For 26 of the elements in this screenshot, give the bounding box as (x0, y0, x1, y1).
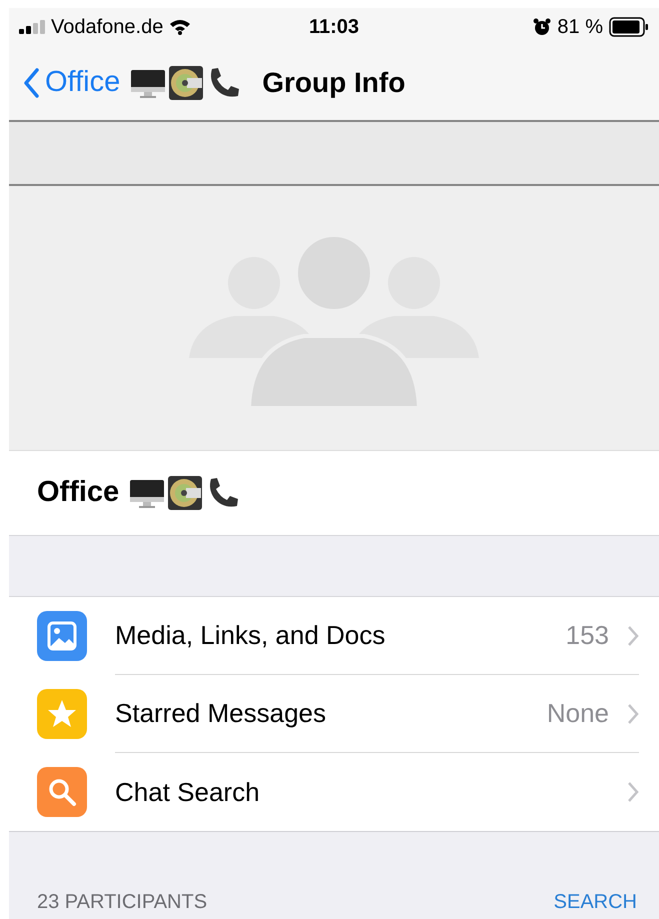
group-name: Office (37, 475, 120, 510)
chevron-icon (627, 702, 639, 724)
menu-row[interactable]: Starred Messages None (9, 675, 659, 753)
menu-row[interactable]: Media, Links, and Docs 153 (9, 597, 659, 675)
clock-time: 11:03 (308, 14, 360, 40)
photo-icon (37, 611, 87, 661)
alarm-icon (533, 18, 552, 36)
row-label: Media, Links, and Docs (115, 619, 386, 652)
screen-title: Group Info (262, 66, 406, 100)
search-icon (37, 767, 87, 817)
row-label: Chat Search (115, 776, 261, 808)
menu-row[interactable]: Chat Search (9, 753, 659, 831)
row-label: Starred Messages (115, 697, 327, 730)
participants-search-link[interactable]: SEARCH (554, 887, 637, 917)
carrier-name: Vodafone.de (51, 14, 164, 40)
chevron-icon (627, 781, 639, 803)
signal-icon (19, 20, 45, 34)
battery-icon (609, 16, 649, 36)
wifi-icon (169, 18, 192, 34)
row-value: 153 (566, 619, 609, 652)
participants-count: 23 PARTICIPANTS (37, 890, 208, 915)
back-chevron-icon (23, 68, 39, 98)
row-value: None (546, 697, 609, 730)
battery-percent: 81 % (557, 14, 603, 40)
chevron-icon (627, 624, 639, 646)
back-button[interactable]: Office (23, 60, 120, 104)
